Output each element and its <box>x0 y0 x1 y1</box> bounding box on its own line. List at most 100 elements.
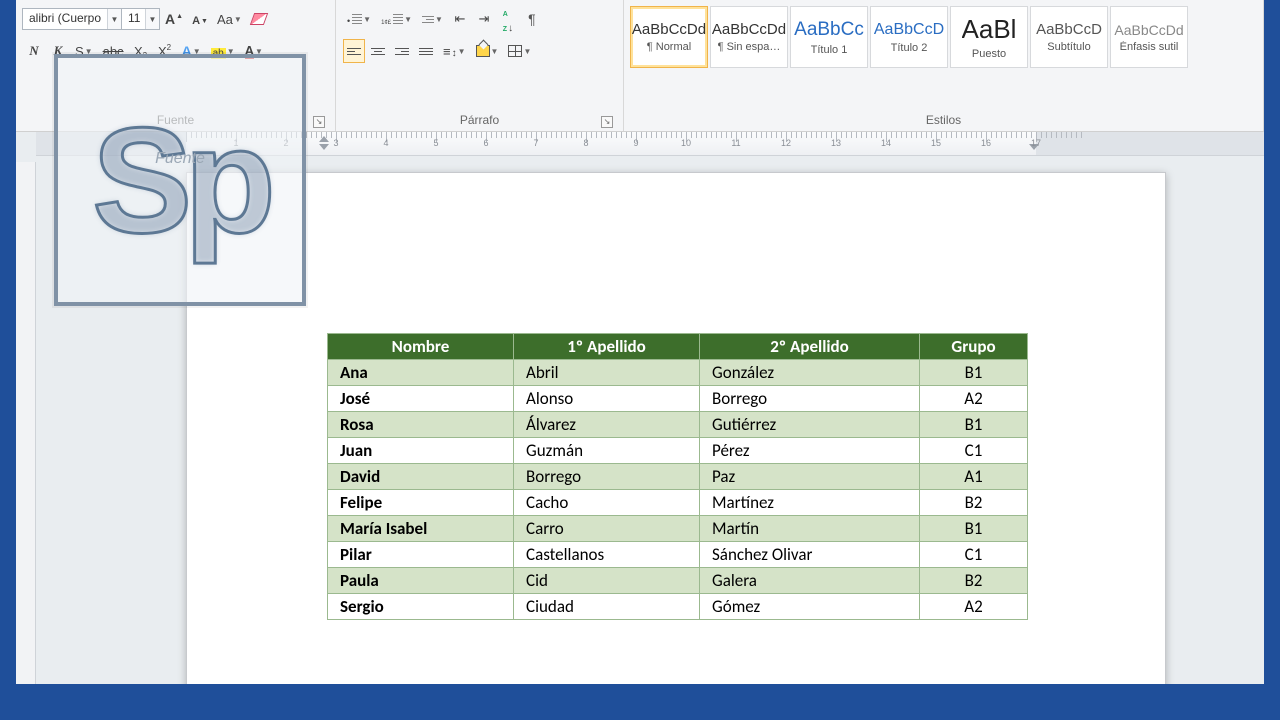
style-tile-5[interactable]: AaBbCcDSubtítulo <box>1030 6 1108 68</box>
table-cell[interactable]: Gutiérrez <box>700 412 920 438</box>
chevron-down-icon[interactable]: ▼ <box>145 9 159 29</box>
table-row[interactable]: AnaAbrilGonzálezB1 <box>328 360 1028 386</box>
table-cell[interactable]: B1 <box>920 516 1028 542</box>
table-cell[interactable]: A2 <box>920 594 1028 620</box>
style-tile-1[interactable]: AaBbCcDd ¶ Sin espa… <box>710 6 788 68</box>
table-cell[interactable]: C1 <box>920 542 1028 568</box>
font-size-combo[interactable]: 11 ▼ <box>122 8 160 30</box>
table-cell[interactable]: Paula <box>328 568 514 594</box>
paint-bucket-icon <box>476 45 490 57</box>
font-name-combo[interactable]: alibri (Cuerpo ▼ <box>22 8 122 30</box>
table-cell[interactable]: Borrego <box>514 464 700 490</box>
table-cell[interactable]: Borrego <box>700 386 920 412</box>
table-row[interactable]: PilarCastellanosSánchez OlivarC1 <box>328 542 1028 568</box>
line-spacing-button[interactable]: ▼ <box>439 39 470 63</box>
table-cell[interactable]: Gómez <box>700 594 920 620</box>
style-tile-6[interactable]: AaBbCcDdÉnfasis sutil <box>1110 6 1188 68</box>
justify-button[interactable] <box>415 39 437 63</box>
style-caption: ¶ Sin espa… <box>718 41 781 53</box>
decrease-font-button[interactable] <box>188 7 211 31</box>
table-cell[interactable]: Sergio <box>328 594 514 620</box>
clear-formatting-button[interactable] <box>248 7 270 31</box>
list-lines-icon <box>352 14 362 24</box>
table-row[interactable]: SergioCiudadGómezA2 <box>328 594 1028 620</box>
table-cell[interactable]: Rosa <box>328 412 514 438</box>
vertical-ruler[interactable] <box>16 162 36 684</box>
style-tile-4[interactable]: AaBlPuesto <box>950 6 1028 68</box>
table-row[interactable]: JoséAlonsoBorregoA2 <box>328 386 1028 412</box>
table-cell[interactable]: Martín <box>700 516 920 542</box>
table-row[interactable]: PaulaCidGaleraB2 <box>328 568 1028 594</box>
table-cell[interactable]: Álvarez <box>514 412 700 438</box>
increase-font-button[interactable] <box>161 7 186 31</box>
style-caption: Subtítulo <box>1047 41 1090 53</box>
table-header[interactable]: Nombre <box>328 334 514 360</box>
table-cell[interactable]: A2 <box>920 386 1028 412</box>
table-cell[interactable]: Paz <box>700 464 920 490</box>
table-header[interactable]: 2º Apellido <box>700 334 920 360</box>
multilevel-list-button[interactable]: ▼ <box>418 7 447 31</box>
style-tile-3[interactable]: AaBbCcDTítulo 2 <box>870 6 948 68</box>
ruler-number: 11 <box>731 138 740 148</box>
align-left-button[interactable] <box>343 39 365 63</box>
document-page: Nombre1º Apellido2º ApellidoGrupo AnaAbr… <box>186 172 1166 684</box>
style-tile-2[interactable]: AaBbCcTítulo 1 <box>790 6 868 68</box>
table-cell[interactable]: Felipe <box>328 490 514 516</box>
table-cell[interactable]: B1 <box>920 412 1028 438</box>
table-cell[interactable]: Cacho <box>514 490 700 516</box>
shading-button[interactable]: ▼ <box>472 39 503 63</box>
style-preview: AaBbCcDd <box>712 21 786 38</box>
align-right-button[interactable] <box>391 39 413 63</box>
table-row[interactable]: RosaÁlvarezGutiérrezB1 <box>328 412 1028 438</box>
sort-button[interactable] <box>497 7 519 31</box>
table-cell[interactable]: Pérez <box>700 438 920 464</box>
ruler-number: 8 <box>583 138 588 148</box>
align-center-button[interactable] <box>367 39 389 63</box>
table-cell[interactable]: Ana <box>328 360 514 386</box>
table-cell[interactable]: B2 <box>920 568 1028 594</box>
increase-indent-button[interactable] <box>473 7 495 31</box>
dialog-launcher-font[interactable]: ↘ <box>313 116 325 128</box>
group-label-paragraph: Párrafo <box>460 113 499 127</box>
table-cell[interactable]: Castellanos <box>514 542 700 568</box>
table-header[interactable]: 1º Apellido <box>514 334 700 360</box>
table-cell[interactable]: González <box>700 360 920 386</box>
decrease-indent-button[interactable] <box>449 7 471 31</box>
table-header[interactable]: Grupo <box>920 334 1028 360</box>
numbering-button[interactable]: ▼ <box>377 7 416 31</box>
ribbon-group-paragraph: ▼ ▼ ▼ ▼ ▼ ▼ P <box>336 0 624 131</box>
bullets-button[interactable]: ▼ <box>343 7 375 31</box>
table-cell[interactable]: C1 <box>920 438 1028 464</box>
table-cell[interactable]: Carro <box>514 516 700 542</box>
hanging-indent-marker[interactable] <box>319 144 329 150</box>
table-cell[interactable]: José <box>328 386 514 412</box>
table-row[interactable]: María IsabelCarroMartínB1 <box>328 516 1028 542</box>
table-cell[interactable]: David <box>328 464 514 490</box>
table-cell[interactable]: A1 <box>920 464 1028 490</box>
multilevel-icon <box>422 16 434 23</box>
bold-button[interactable]: N <box>23 39 45 63</box>
table-cell[interactable]: Sánchez Olivar <box>700 542 920 568</box>
align-left-icon <box>347 48 361 55</box>
table-cell[interactable]: Martínez <box>700 490 920 516</box>
table-cell[interactable]: B1 <box>920 360 1028 386</box>
table-cell[interactable]: Cid <box>514 568 700 594</box>
table-cell[interactable]: María Isabel <box>328 516 514 542</box>
table-cell[interactable]: Juan <box>328 438 514 464</box>
table-cell[interactable]: Alonso <box>514 386 700 412</box>
table-row[interactable]: FelipeCachoMartínezB2 <box>328 490 1028 516</box>
table-row[interactable]: DavidBorregoPazA1 <box>328 464 1028 490</box>
table-cell[interactable]: Galera <box>700 568 920 594</box>
chevron-down-icon[interactable]: ▼ <box>107 9 121 29</box>
table-cell[interactable]: Pilar <box>328 542 514 568</box>
style-tile-0[interactable]: AaBbCcDd¶ Normal <box>630 6 708 68</box>
borders-button[interactable]: ▼ <box>504 39 535 63</box>
change-case-button[interactable]: Aa▼ <box>213 7 246 31</box>
table-cell[interactable]: B2 <box>920 490 1028 516</box>
table-cell[interactable]: Guzmán <box>514 438 700 464</box>
table-cell[interactable]: Abril <box>514 360 700 386</box>
table-cell[interactable]: Ciudad <box>514 594 700 620</box>
table-row[interactable]: JuanGuzmánPérezC1 <box>328 438 1028 464</box>
show-marks-button[interactable] <box>521 7 543 31</box>
dialog-launcher-paragraph[interactable]: ↘ <box>601 116 613 128</box>
